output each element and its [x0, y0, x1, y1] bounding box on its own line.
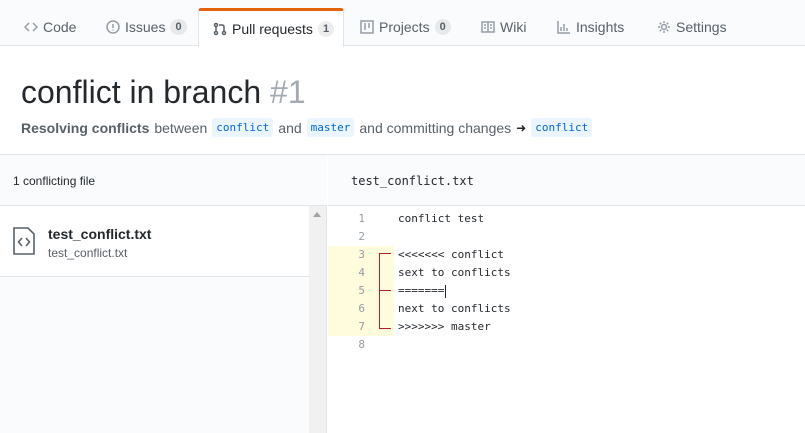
- line-text: <<<<<<< conflict: [398, 248, 504, 261]
- tab-label: Pull requests: [232, 21, 313, 37]
- code-line: 4 sext to conflicts: [328, 264, 805, 282]
- code-editor[interactable]: 1 conflict test 2 3 <<<<<<< conflict 4 s…: [328, 210, 805, 354]
- line-text: >>>>>>> master: [398, 320, 491, 333]
- tab-insights[interactable]: Insights: [557, 8, 624, 46]
- code-line: 3 <<<<<<< conflict: [328, 246, 805, 264]
- tab-projects[interactable]: Projects 0: [360, 8, 451, 46]
- line-gutter: 1: [328, 210, 394, 228]
- scrollbar[interactable]: [309, 206, 326, 433]
- issues-counter: 0: [170, 19, 187, 35]
- list-item[interactable]: test_conflict.txt test_conflict.txt: [0, 206, 309, 277]
- book-icon: [481, 21, 495, 33]
- conflict-file-sidebar: 1 conflicting file test_conflict.txt tes…: [0, 155, 327, 433]
- editor-filename: test_conflict.txt: [351, 174, 474, 188]
- resolving-label: Resolving conflicts: [21, 119, 150, 136]
- tab-label: Issues: [125, 19, 166, 35]
- pr-title: conflict in branch: [21, 74, 262, 110]
- scroll-up-arrow-icon[interactable]: [313, 212, 321, 217]
- conflict-marker-divider: [380, 290, 391, 291]
- line-gutter: 8: [328, 336, 394, 354]
- tab-code[interactable]: Code: [24, 8, 76, 46]
- file-list: test_conflict.txt test_conflict.txt: [0, 206, 309, 433]
- pr-number: #1: [270, 74, 306, 110]
- line-number: 7: [358, 320, 365, 333]
- committing-text: and committing changes: [359, 119, 512, 136]
- line-number: 5: [358, 284, 365, 297]
- line-number: 8: [358, 338, 365, 351]
- tab-label: Code: [43, 19, 77, 35]
- line-number: 4: [358, 266, 365, 279]
- issue-icon: [106, 20, 120, 34]
- projects-counter: 0: [434, 19, 451, 35]
- line-gutter: 2: [328, 228, 394, 246]
- code-line: 6 next to conflicts: [328, 300, 805, 318]
- base-branch-label: master: [306, 118, 355, 137]
- line-text: conflict test: [398, 212, 485, 225]
- line-text: sext to conflicts: [398, 266, 511, 279]
- between-text: between: [154, 119, 208, 136]
- gear-icon: [658, 21, 670, 33]
- code-line: 2: [328, 228, 805, 246]
- repo-nav: Code Issues 0 Pull requests 1 Projects 0…: [0, 0, 805, 47]
- conflicting-file-count: 1 conflicting file: [13, 174, 96, 188]
- line-text: =======: [398, 284, 445, 297]
- editor-header: test_conflict.txt: [328, 155, 805, 206]
- line-number: 1: [358, 212, 365, 225]
- and-text: and: [278, 119, 302, 136]
- head-branch-label: conflict: [212, 118, 274, 137]
- line-number: 3: [358, 248, 365, 261]
- tab-label: Insights: [576, 19, 625, 35]
- graph-icon: [557, 21, 570, 34]
- line-text: next to conflicts: [398, 302, 511, 315]
- code-line: 5 =======: [328, 282, 805, 300]
- tab-wiki[interactable]: Wiki: [481, 8, 526, 46]
- tab-label: Settings: [676, 19, 727, 35]
- code-line: 7 >>>>>>> master: [328, 318, 805, 336]
- code-icon: [24, 22, 38, 32]
- file-path: test_conflict.txt: [48, 246, 128, 260]
- pull-request-icon: [213, 22, 227, 36]
- line-number: 6: [358, 302, 365, 315]
- tab-pull-requests[interactable]: Pull requests 1: [198, 8, 344, 47]
- tab-label: Projects: [379, 19, 430, 35]
- page-title: conflict in branch #1: [21, 74, 306, 111]
- tab-settings[interactable]: Settings: [657, 8, 727, 46]
- text-cursor: [445, 285, 446, 298]
- file-code-icon: [13, 227, 35, 255]
- project-icon: [360, 20, 374, 34]
- line-number: 2: [358, 230, 365, 243]
- tab-issues[interactable]: Issues 0: [106, 8, 187, 46]
- file-name: test_conflict.txt: [48, 226, 152, 242]
- target-branch-label: conflict: [531, 118, 593, 137]
- code-line: 8: [328, 336, 805, 354]
- sidebar-header: 1 conflicting file: [0, 155, 327, 206]
- conflict-marker-bracket: [379, 253, 391, 329]
- pull-requests-counter: 1: [317, 21, 335, 37]
- arrow-right-icon: ➜: [516, 120, 527, 135]
- code-line: 1 conflict test: [328, 210, 805, 228]
- tab-label: Wiki: [500, 19, 527, 35]
- pr-subtitle: Resolving conflicts between conflict and…: [21, 118, 593, 137]
